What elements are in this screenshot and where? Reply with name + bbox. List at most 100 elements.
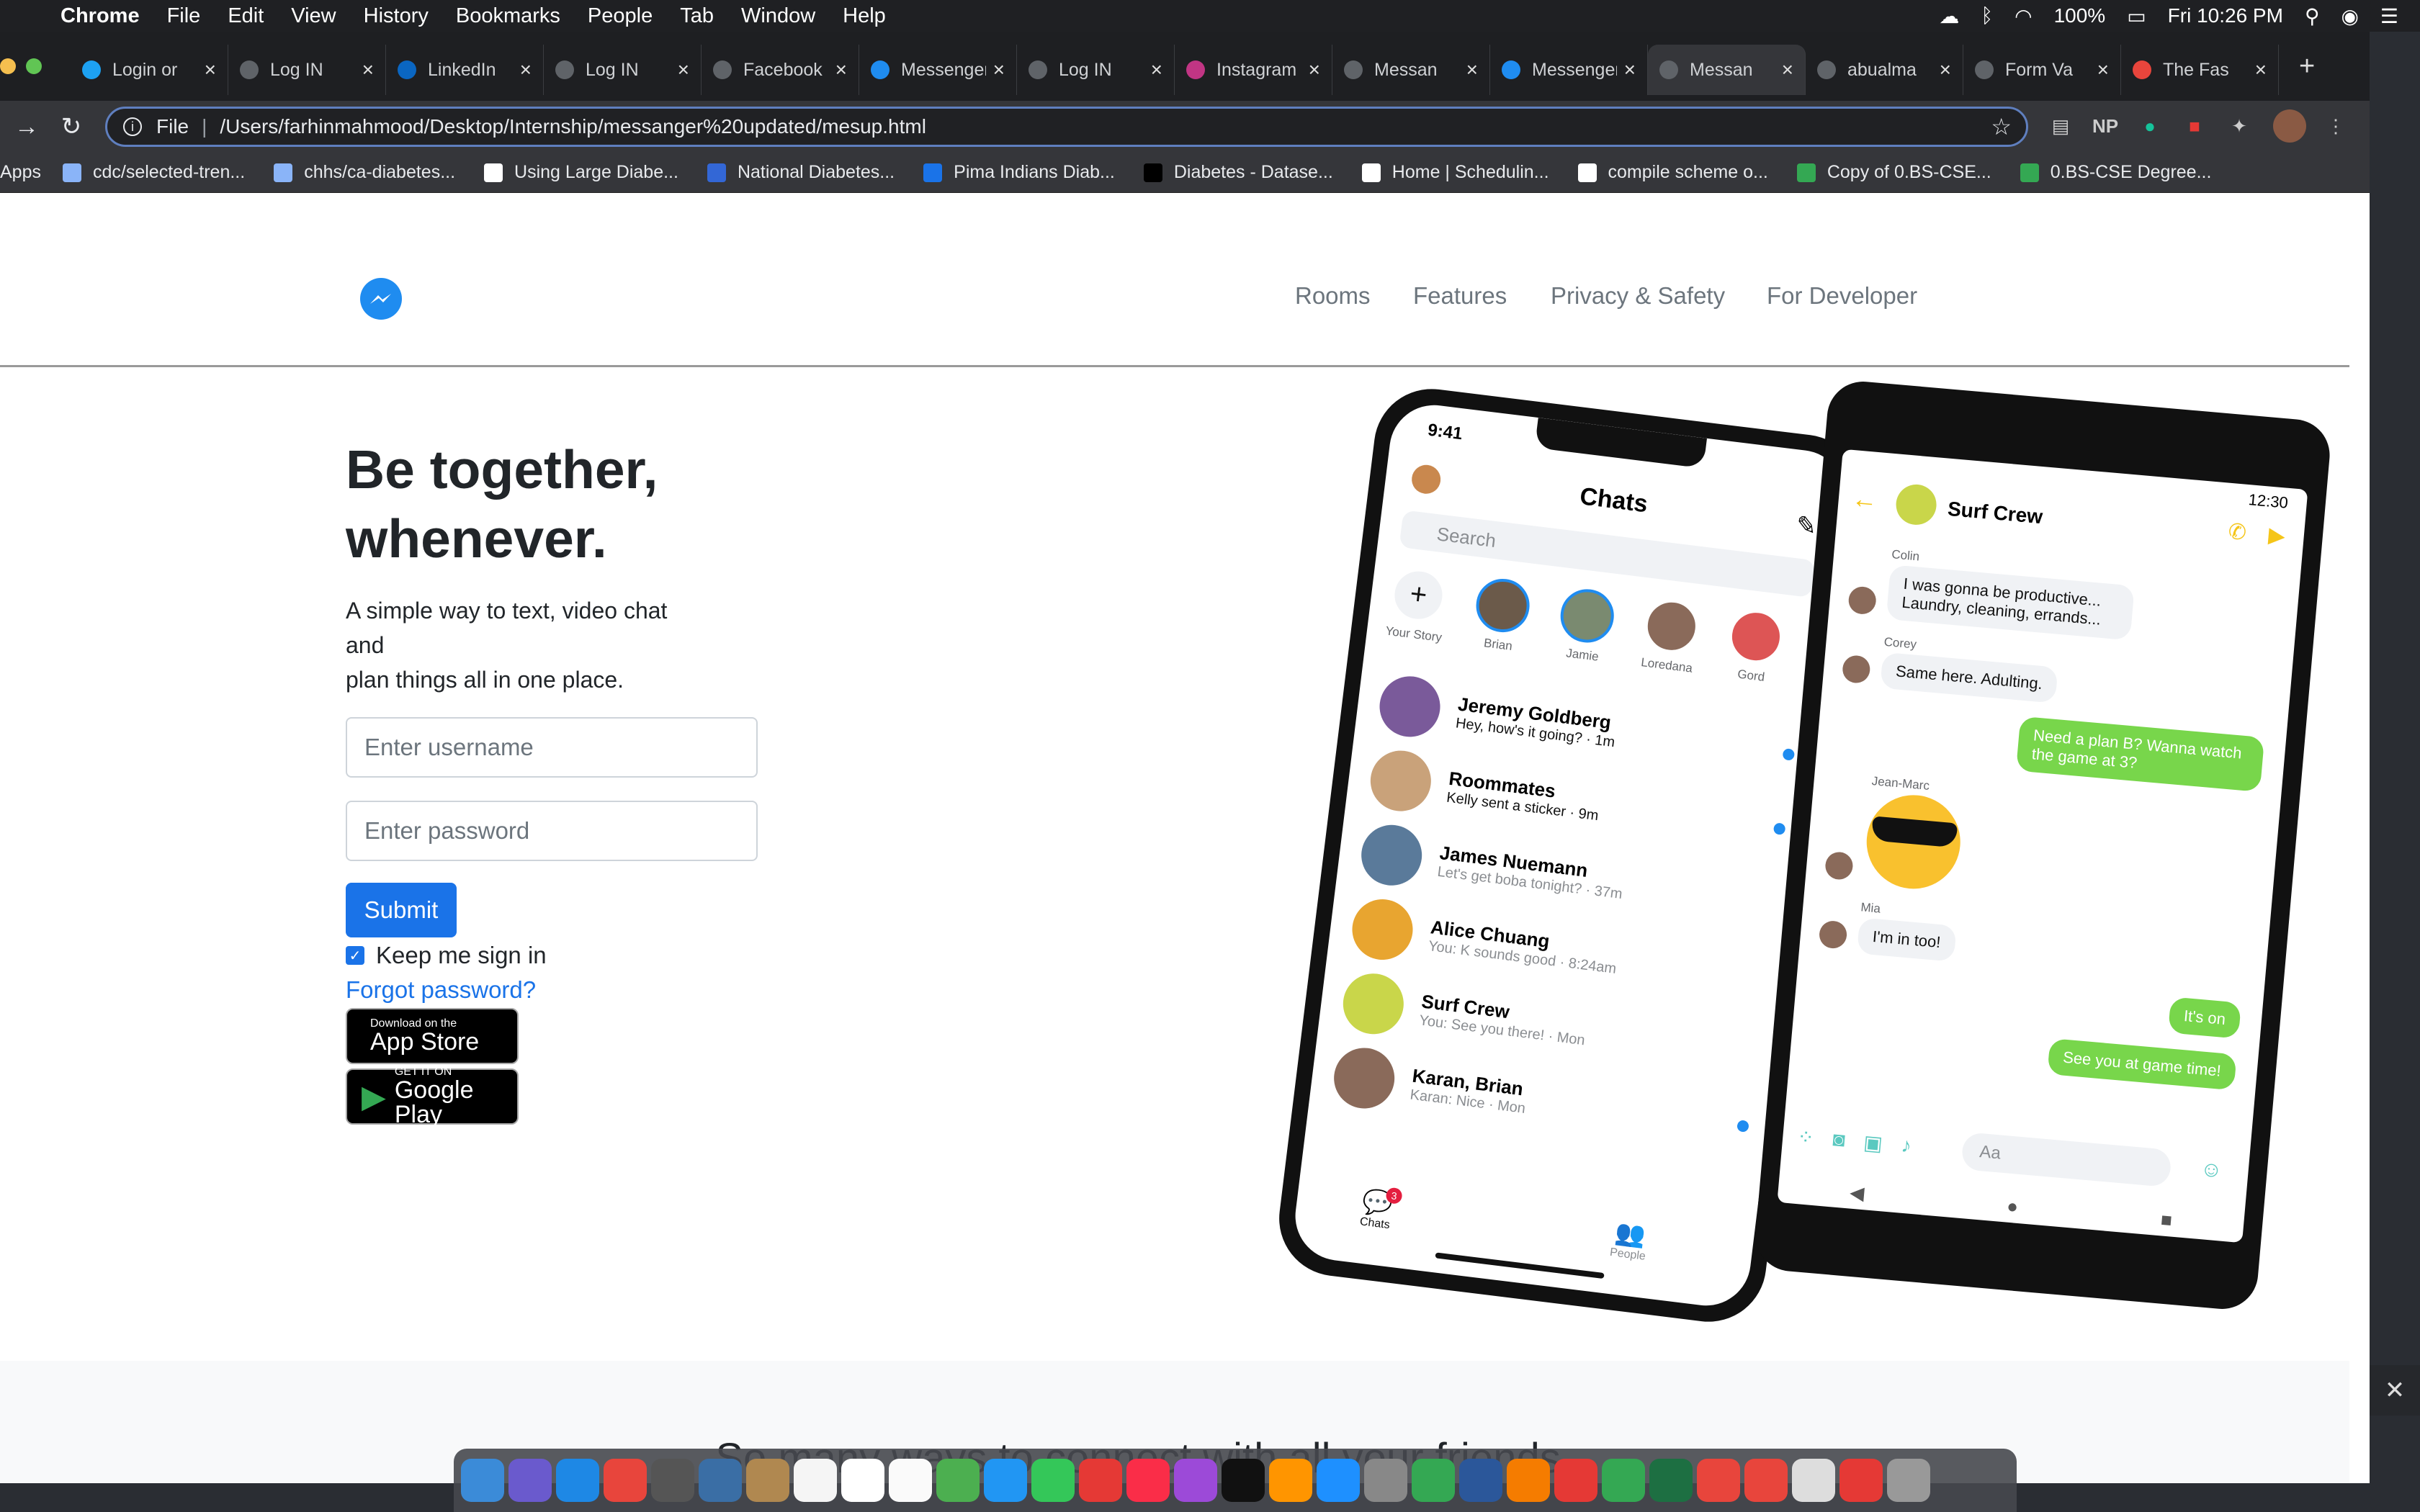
tab-close-icon[interactable]: × <box>520 58 532 81</box>
tab-close-icon[interactable]: × <box>1782 58 1793 81</box>
dock-app-icon[interactable] <box>1839 1459 1883 1502</box>
messenger-logo-icon[interactable] <box>360 278 402 320</box>
minimize-button[interactable] <box>0 58 16 74</box>
menu-tab[interactable]: Tab <box>680 4 714 28</box>
dock-app-icon[interactable] <box>1031 1459 1075 1502</box>
dock-app-icon[interactable] <box>1079 1459 1122 1502</box>
bookmark-star-icon[interactable]: ☆ <box>1991 113 2012 140</box>
new-tab-icon[interactable]: + <box>2299 51 2315 82</box>
bookmark-4[interactable]: National Diabetes... <box>707 162 895 183</box>
tab-close-icon[interactable]: × <box>678 58 689 81</box>
close-panel-icon[interactable]: ✕ <box>2370 1365 2420 1416</box>
extension-grammarly-icon[interactable]: ● <box>2133 109 2166 143</box>
tab-5[interactable]: Messenger × <box>859 45 1017 95</box>
dock-app-icon[interactable] <box>699 1459 742 1502</box>
dock-app-icon[interactable] <box>936 1459 980 1502</box>
tab-12[interactable]: Form Va × <box>1963 45 2121 95</box>
clock[interactable]: Fri 10:26 PM <box>2168 4 2283 27</box>
tab-close-icon[interactable]: × <box>993 58 1005 81</box>
dock-app-icon[interactable] <box>508 1459 552 1502</box>
tab-close-icon[interactable]: × <box>1309 58 1320 81</box>
dock-app-icon[interactable] <box>889 1459 932 1502</box>
tab-7[interactable]: Instagram × <box>1175 45 1332 95</box>
dock-app-icon[interactable] <box>1744 1459 1788 1502</box>
dock-app-icon[interactable] <box>746 1459 789 1502</box>
tab-11[interactable]: abualma × <box>1806 45 1963 95</box>
menu-history[interactable]: History <box>364 4 429 28</box>
dock-app-icon[interactable] <box>1412 1459 1455 1502</box>
tab-close-icon[interactable]: × <box>2097 58 2109 81</box>
submit-button[interactable]: Submit <box>346 883 457 937</box>
nav-privacy-link[interactable]: Privacy & Safety <box>1551 282 1725 310</box>
menu-edit[interactable]: Edit <box>228 4 264 28</box>
tab-close-icon[interactable]: × <box>1624 58 1636 81</box>
nav-rooms-link[interactable]: Rooms <box>1295 282 1371 310</box>
address-bar[interactable]: i File | /Users/farhinmahmood/Desktop/In… <box>105 107 2028 147</box>
dock-app-icon[interactable] <box>556 1459 599 1502</box>
nav-developer-link[interactable]: For Developer <box>1767 282 1917 310</box>
tab-6[interactable]: Log IN × <box>1017 45 1175 95</box>
dock-app-icon[interactable] <box>841 1459 884 1502</box>
extension-printer-icon[interactable]: ▤ <box>2044 109 2077 143</box>
username-input[interactable]: Enter username <box>346 717 758 778</box>
battery-percent[interactable]: 100% <box>2054 4 2106 27</box>
address-url[interactable]: /Users/farhinmahmood/Desktop/Internship/… <box>220 115 926 138</box>
menu-bookmarks[interactable]: Bookmarks <box>456 4 560 28</box>
chrome-menu-icon[interactable]: ⋮ <box>2319 109 2352 143</box>
zoom-button[interactable] <box>26 58 42 74</box>
profile-avatar[interactable] <box>2273 109 2306 143</box>
menu-help[interactable]: Help <box>843 4 886 28</box>
menu-people[interactable]: People <box>588 4 653 28</box>
wifi-icon[interactable]: ◠ <box>2015 4 2032 28</box>
bookmark-1[interactable]: cdc/selected-tren... <box>62 162 245 183</box>
tab-close-icon[interactable]: × <box>362 58 374 81</box>
dock-app-icon[interactable] <box>1887 1459 1930 1502</box>
bookmark-6[interactable]: Diabetes - Datase... <box>1143 162 1333 183</box>
bookmark-8[interactable]: compile scheme o... <box>1577 162 1768 183</box>
info-icon[interactable]: i <box>123 117 142 136</box>
battery-icon[interactable]: ▭ <box>2127 4 2146 28</box>
tab-close-icon[interactable]: × <box>1151 58 1162 81</box>
keep-signed-in-checkbox[interactable]: ✓ <box>346 946 364 965</box>
dock-app-icon[interactable] <box>1602 1459 1645 1502</box>
menu-app-name[interactable]: Chrome <box>60 4 140 28</box>
dock-app-icon[interactable] <box>1507 1459 1550 1502</box>
tab-close-icon[interactable]: × <box>205 58 216 81</box>
bluetooth-icon[interactable]: ᛒ <box>1981 4 1993 27</box>
dock-app-icon[interactable] <box>651 1459 694 1502</box>
bookmark-2[interactable]: chhs/ca-diabetes... <box>274 162 455 183</box>
control-center-icon[interactable]: ☰ <box>2380 4 2398 28</box>
bookmark-7[interactable]: Home | Schedulin... <box>1361 162 1549 183</box>
dock-app-icon[interactable] <box>1697 1459 1740 1502</box>
tab-10[interactable]: Messan × <box>1648 45 1806 95</box>
siri-icon[interactable]: ◉ <box>2341 4 2358 28</box>
forward-icon[interactable]: → <box>4 113 49 141</box>
tab-close-icon[interactable]: × <box>1466 58 1478 81</box>
dock-app-icon[interactable] <box>1554 1459 1597 1502</box>
forgot-password-link[interactable]: Forgot password? <box>346 976 536 1004</box>
dock-app-icon[interactable] <box>1649 1459 1693 1502</box>
password-input[interactable]: Enter password <box>346 801 758 861</box>
dock-app-icon[interactable] <box>604 1459 647 1502</box>
dock-app-icon[interactable] <box>1126 1459 1170 1502</box>
dock-app-icon[interactable] <box>1792 1459 1835 1502</box>
tab-2[interactable]: LinkedIn × <box>386 45 544 95</box>
nav-features-link[interactable]: Features <box>1413 282 1507 310</box>
dock-app-icon[interactable] <box>984 1459 1027 1502</box>
dock-app-icon[interactable] <box>1222 1459 1265 1502</box>
menu-file[interactable]: File <box>167 4 201 28</box>
tab-close-icon[interactable]: × <box>1940 58 1951 81</box>
creative-cloud-icon[interactable]: ☁ <box>1939 4 1959 28</box>
tab-1[interactable]: Log IN × <box>228 45 386 95</box>
tab-4[interactable]: Facebook × <box>702 45 859 95</box>
dock-app-icon[interactable] <box>1364 1459 1407 1502</box>
menu-view[interactable]: View <box>291 4 336 28</box>
dock-app-icon[interactable] <box>1459 1459 1502 1502</box>
menu-window[interactable]: Window <box>741 4 815 28</box>
dock-app-icon[interactable] <box>461 1459 504 1502</box>
dock-app-icon[interactable] <box>794 1459 837 1502</box>
spotlight-icon[interactable]: ⚲ <box>2305 4 2320 28</box>
bookmark-5[interactable]: Pima Indians Diab... <box>923 162 1115 183</box>
extension-np-icon[interactable]: NP <box>2089 109 2122 143</box>
extension-red-icon[interactable]: ■ <box>2178 109 2211 143</box>
